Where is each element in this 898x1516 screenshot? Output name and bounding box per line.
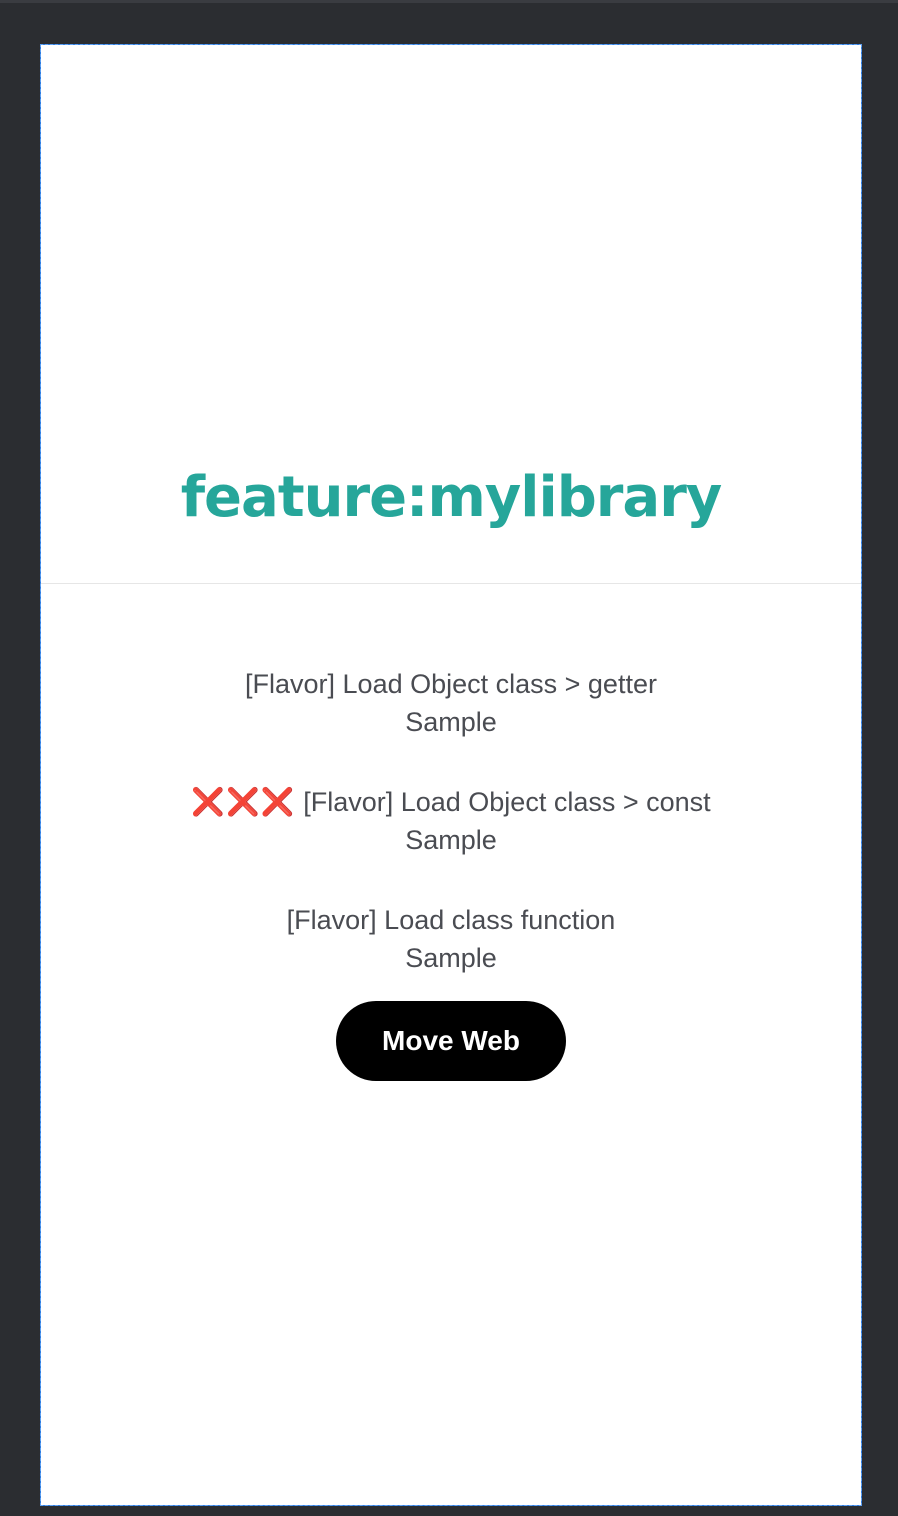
sample-item-subtitle: Sample xyxy=(405,707,497,737)
header-area: feature:mylibrary xyxy=(41,45,861,583)
window-top-strip xyxy=(0,0,898,3)
sample-item-getter[interactable]: [Flavor] Load Object class > getter Samp… xyxy=(41,665,861,741)
sample-item-title: [Flavor] Load class function xyxy=(41,901,861,939)
sample-item-title: ❌❌❌ [Flavor] Load Object class > const xyxy=(41,783,861,821)
sample-item-const[interactable]: ❌❌❌ [Flavor] Load Object class > const Sa… xyxy=(41,783,861,859)
sample-item-title-text: [Flavor] Load class function xyxy=(286,905,616,935)
sample-item-title-text: [Flavor] Load Object class > const xyxy=(303,787,711,817)
device-screen: feature:mylibrary [Flavor] Load Object c… xyxy=(40,44,862,1506)
error-x-icon: ❌❌❌ xyxy=(191,787,296,817)
sample-item-title: [Flavor] Load Object class > getter xyxy=(41,665,861,703)
divider xyxy=(41,583,861,584)
move-web-button[interactable]: Move Web xyxy=(336,1001,566,1081)
page-title: feature:mylibrary xyxy=(180,465,723,530)
sample-item-subtitle: Sample xyxy=(405,943,497,973)
sample-item-class-function[interactable]: [Flavor] Load class function Sample xyxy=(41,901,861,977)
sample-item-subtitle: Sample xyxy=(405,825,497,855)
sample-list: [Flavor] Load Object class > getter Samp… xyxy=(41,665,861,1019)
sample-item-title-text: [Flavor] Load Object class > getter xyxy=(245,669,657,699)
